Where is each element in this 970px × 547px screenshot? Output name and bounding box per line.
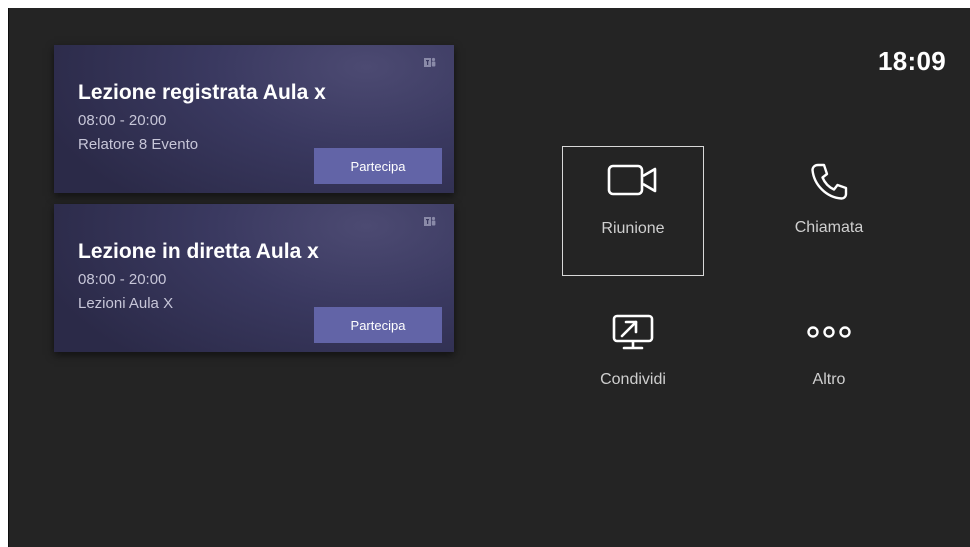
share-action-label: Condividi [600, 371, 666, 388]
meeting-title: Lezione in diretta Aula x [78, 240, 319, 263]
more-action-label: Altro [812, 371, 846, 388]
teams-room-home-screen: 18:09 Lezione registrata Aula x 08:00 - … [8, 8, 970, 547]
video-camera-icon [563, 163, 703, 197]
call-action-label: Chiamata [794, 219, 864, 236]
meeting-time: 08:00 - 20:00 [78, 112, 167, 129]
meeting-organizer: Relatore 8 Evento [78, 136, 199, 153]
phone-icon [758, 162, 900, 202]
screen-share-icon [562, 313, 704, 351]
teams-logo-icon [424, 216, 436, 226]
meeting-title: Lezione registrata Aula x [78, 81, 326, 104]
meeting-action-label: Riunione [601, 220, 665, 237]
teams-logo-icon [424, 57, 436, 67]
meeting-organizer: Lezioni Aula X [78, 295, 174, 312]
join-button[interactable]: Partecipa [314, 148, 442, 184]
meeting-action-button[interactable]: Riunione [562, 146, 704, 276]
more-icon [758, 313, 900, 351]
share-action-button[interactable]: Condividi [562, 296, 704, 426]
more-action-button[interactable]: Altro [758, 296, 900, 426]
clock: 18:09 [878, 46, 946, 76]
join-button[interactable]: Partecipa [314, 307, 442, 343]
meeting-card[interactable]: Lezione registrata Aula x 08:00 - 20:00 … [54, 45, 454, 193]
meeting-time: 08:00 - 20:00 [78, 271, 167, 288]
call-action-button[interactable]: Chiamata [758, 146, 900, 276]
meeting-card[interactable]: Lezione in diretta Aula x 08:00 - 20:00 … [54, 204, 454, 352]
